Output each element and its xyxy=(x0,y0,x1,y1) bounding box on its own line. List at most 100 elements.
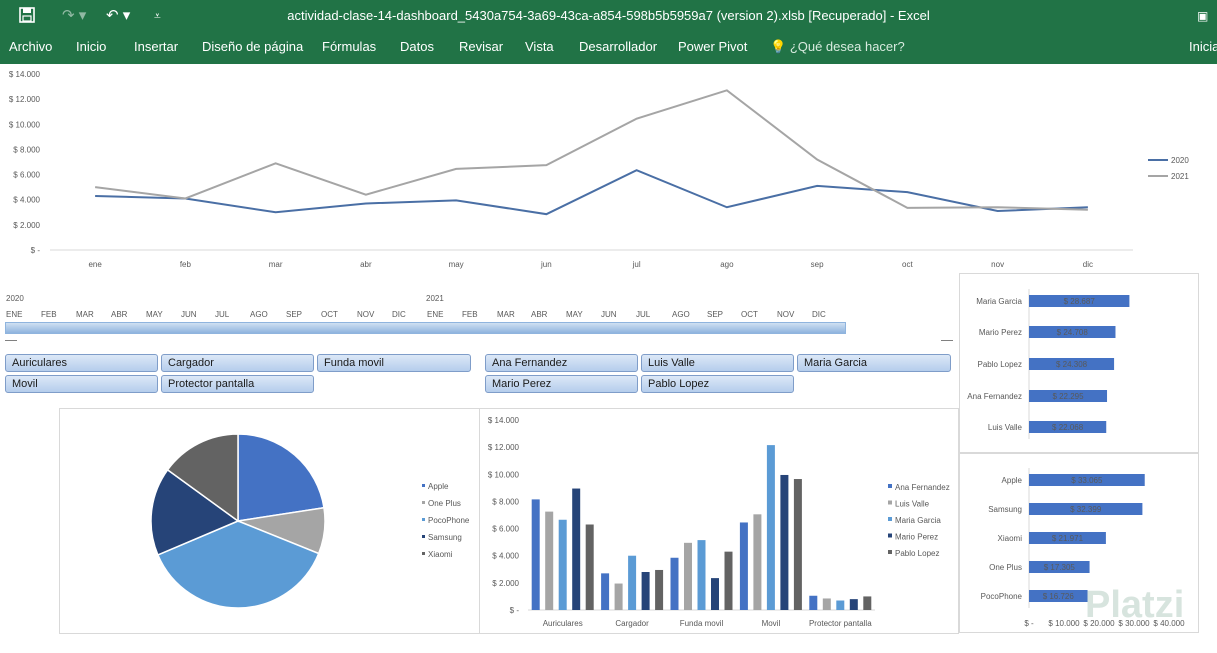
pie-chart[interactable]: Apple One Plus PocoPhone Samsung Xiaomi xyxy=(60,409,481,635)
timeline-month[interactable]: ENE xyxy=(6,310,22,319)
timeline-scroll-left[interactable] xyxy=(5,340,17,341)
line-chart[interactable]: $ - $ 2.000 $ 4.000 $ 6.000 $ 8.000 $ 10.000 $… xyxy=(0,64,1200,274)
timeline-month[interactable]: FEB xyxy=(462,310,478,319)
bar-Maria Garcia-Protector pantalla xyxy=(836,600,845,610)
timeline-range-bar[interactable] xyxy=(5,322,846,334)
timeline-month[interactable]: SEP xyxy=(707,310,723,319)
timeline-month[interactable]: MAR xyxy=(497,310,515,319)
timeline-month[interactable]: SEP xyxy=(286,310,302,319)
slicer-item-mario-perez[interactable]: Mario Perez xyxy=(485,375,638,393)
tab-insertar[interactable]: Insertar xyxy=(134,39,178,54)
timeline-month[interactable]: OCT xyxy=(741,310,758,319)
slicer-item-protector-pantalla[interactable]: Protector pantalla xyxy=(161,375,314,393)
category-label: PocoPhone xyxy=(981,592,1023,601)
bar-Maria Garcia-Movil xyxy=(766,445,775,610)
tab-diseno-pagina[interactable]: Diseño de página xyxy=(202,39,303,54)
slicer-item-funda-movil[interactable]: Funda movil xyxy=(317,354,471,372)
bar-Luis Valle-Movil xyxy=(753,514,762,610)
legend-label: Pablo Lopez xyxy=(895,549,939,558)
tab-datos[interactable]: Datos xyxy=(400,39,434,54)
data-label: $ 33.065 xyxy=(1071,476,1103,485)
legend-swatch xyxy=(888,500,892,505)
timeline-month[interactable]: JUN xyxy=(181,310,197,319)
timeline-month[interactable]: NOV xyxy=(777,310,794,319)
timeline-month[interactable]: JUN xyxy=(601,310,617,319)
timeline-month[interactable]: ENE xyxy=(427,310,443,319)
column-chart[interactable]: $ - $ 2.000 $ 4.000 $ 6.000 $ 8.000 $ 10.000 $… xyxy=(480,409,960,635)
legend-swatch xyxy=(422,518,425,521)
platzi-watermark: Platzi xyxy=(1085,584,1185,626)
category-label: One Plus xyxy=(989,563,1022,572)
timeline-month[interactable]: AGO xyxy=(250,310,268,319)
slicer-item-maria-garcia[interactable]: Maria Garcia xyxy=(797,354,951,372)
bar-Ana Fernandez-Movil xyxy=(739,522,748,610)
category-label: Mario Perez xyxy=(979,328,1022,337)
y-tick-label: $ 2.000 xyxy=(13,221,40,230)
signin-link[interactable]: Inicia xyxy=(1189,39,1217,54)
bar-Pablo Lopez-Cargador xyxy=(655,569,664,610)
timeline-month[interactable]: NOV xyxy=(357,310,374,319)
tab-vista[interactable]: Vista xyxy=(525,39,554,54)
tab-archivo[interactable]: Archivo xyxy=(9,39,52,54)
x-tick-label: ene xyxy=(88,260,102,269)
seller-bar-chart[interactable]: Maria Garcia $ 28.687 Mario Perez $ 24.708 P… xyxy=(960,274,1200,454)
timeline-month[interactable]: MAY xyxy=(566,310,583,319)
y-tick-label: $ 4.000 xyxy=(492,552,519,561)
bar-Luis Valle-Cargador xyxy=(614,583,623,610)
timeline-year-2021: 2021 xyxy=(426,294,444,303)
timeline-month[interactable]: FEB xyxy=(41,310,57,319)
x-tick-label: Funda movil xyxy=(680,619,724,628)
timeline-month[interactable]: DIC xyxy=(392,310,406,319)
x-tick-label: $ 10.000 xyxy=(1048,619,1080,628)
y-tick-label: $ 6.000 xyxy=(492,525,519,534)
legend-label: Samsung xyxy=(428,533,462,542)
data-label: $ 21.971 xyxy=(1052,534,1084,543)
bar-Ana Fernandez-Cargador xyxy=(601,573,610,610)
legend-swatch xyxy=(888,517,892,521)
bar-Mario Perez-Protector pantalla xyxy=(849,599,858,610)
pie-chart-frame[interactable]: Apple One Plus PocoPhone Samsung Xiaomi xyxy=(59,408,480,634)
tab-formulas[interactable]: Fórmulas xyxy=(322,39,376,54)
timeline-month[interactable]: DIC xyxy=(812,310,826,319)
category-label: Maria Garcia xyxy=(976,297,1022,306)
slicer-item-pablo-lopez[interactable]: Pablo Lopez xyxy=(641,375,794,393)
data-label: $ 24.708 xyxy=(1057,328,1089,337)
timeline-month[interactable]: ABR xyxy=(111,310,127,319)
y-tick-label: $ 14.000 xyxy=(488,416,520,425)
tab-inicio[interactable]: Inicio xyxy=(76,39,106,54)
x-tick-label: sep xyxy=(811,260,824,269)
timeline-month[interactable]: MAY xyxy=(146,310,163,319)
tell-me-search[interactable]: 💡 ¿Qué desea hacer? xyxy=(770,39,905,55)
slicer-item-luis-valle[interactable]: Luis Valle xyxy=(641,354,794,372)
legend-label: 2021 xyxy=(1171,172,1189,181)
timeline-month[interactable]: MAR xyxy=(76,310,94,319)
timeline-month[interactable]: JUL xyxy=(636,310,650,319)
timeline-slicer[interactable]: 2020 2021 ENE FEB MAR ABR MAY JUN JUL AGO SEP OCT… xyxy=(0,286,958,346)
lightbulb-icon: 💡 xyxy=(770,39,787,54)
slicer-item-auriculares[interactable]: Auriculares xyxy=(5,354,158,372)
legend-label: Luis Valle xyxy=(895,500,930,509)
ribbon-display-icon[interactable]: ▣ xyxy=(1197,6,1208,26)
category-label: Ana Fernandez xyxy=(967,392,1022,401)
timeline-month[interactable]: ABR xyxy=(531,310,547,319)
timeline-month[interactable]: AGO xyxy=(672,310,690,319)
column-chart-frame[interactable]: $ - $ 2.000 $ 4.000 $ 6.000 $ 8.000 $ 10.000 $… xyxy=(479,408,959,634)
timeline-month[interactable]: JUL xyxy=(215,310,229,319)
legend-label: Xiaomi xyxy=(428,550,453,559)
slicer-item-ana-fernandez[interactable]: Ana Fernandez xyxy=(485,354,638,372)
tab-revisar[interactable]: Revisar xyxy=(459,39,503,54)
legend-swatch xyxy=(422,535,425,538)
slicer-item-movil[interactable]: Movil xyxy=(5,375,158,393)
bar-Pablo Lopez-Protector pantalla xyxy=(863,596,872,610)
seller-bar-chart-frame[interactable]: Maria Garcia $ 28.687 Mario Perez $ 24.708 P… xyxy=(959,273,1199,453)
legend-label: Maria Garcia xyxy=(895,516,941,525)
y-tick-label: $ 12.000 xyxy=(488,443,520,452)
data-label: $ 28.687 xyxy=(1064,297,1096,306)
bar-Mario Perez-Funda movil xyxy=(711,578,719,610)
slicer-item-cargador[interactable]: Cargador xyxy=(161,354,314,372)
worksheet[interactable]: $ - $ 2.000 $ 4.000 $ 6.000 $ 8.000 $ 10.000 $… xyxy=(0,64,1217,653)
timeline-month[interactable]: OCT xyxy=(321,310,338,319)
tab-desarrollador[interactable]: Desarrollador xyxy=(579,39,657,54)
timeline-scroll-right[interactable] xyxy=(941,340,953,341)
tab-power-pivot[interactable]: Power Pivot xyxy=(678,39,747,54)
